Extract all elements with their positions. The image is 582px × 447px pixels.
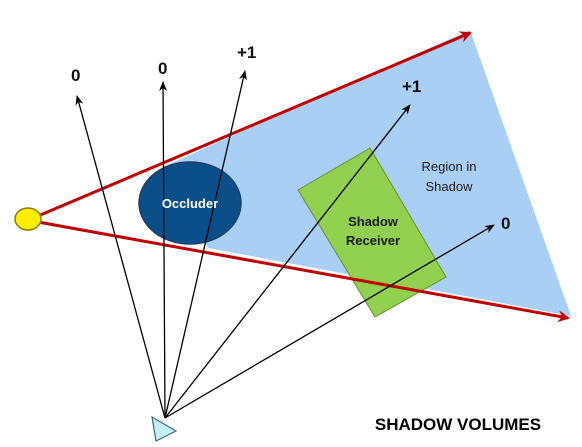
ray-count-3: +1 <box>237 43 256 62</box>
region-label-line2: Shadow <box>426 179 474 194</box>
receiver-label-line2: Receiver <box>346 233 400 248</box>
ray-1 <box>75 95 166 419</box>
ray-count-1: 0 <box>71 66 80 85</box>
diagram-caption: SHADOW VOLUMES <box>375 415 541 434</box>
receiver-label-line1: Shadow <box>348 214 399 229</box>
ray-count-2: 0 <box>158 59 167 78</box>
occluder-label: Occluder <box>162 196 218 211</box>
eye-viewpoint <box>151 415 178 442</box>
ray-2 <box>159 81 168 419</box>
shadow-volume-diagram: 0 0 +1 +1 0 Occluder Shadow Receiver Reg… <box>14 30 571 442</box>
light-source <box>14 207 42 231</box>
ray-count-5: 0 <box>501 214 510 233</box>
region-label-line1: Region in <box>422 159 477 174</box>
ray-count-4: +1 <box>402 77 421 96</box>
